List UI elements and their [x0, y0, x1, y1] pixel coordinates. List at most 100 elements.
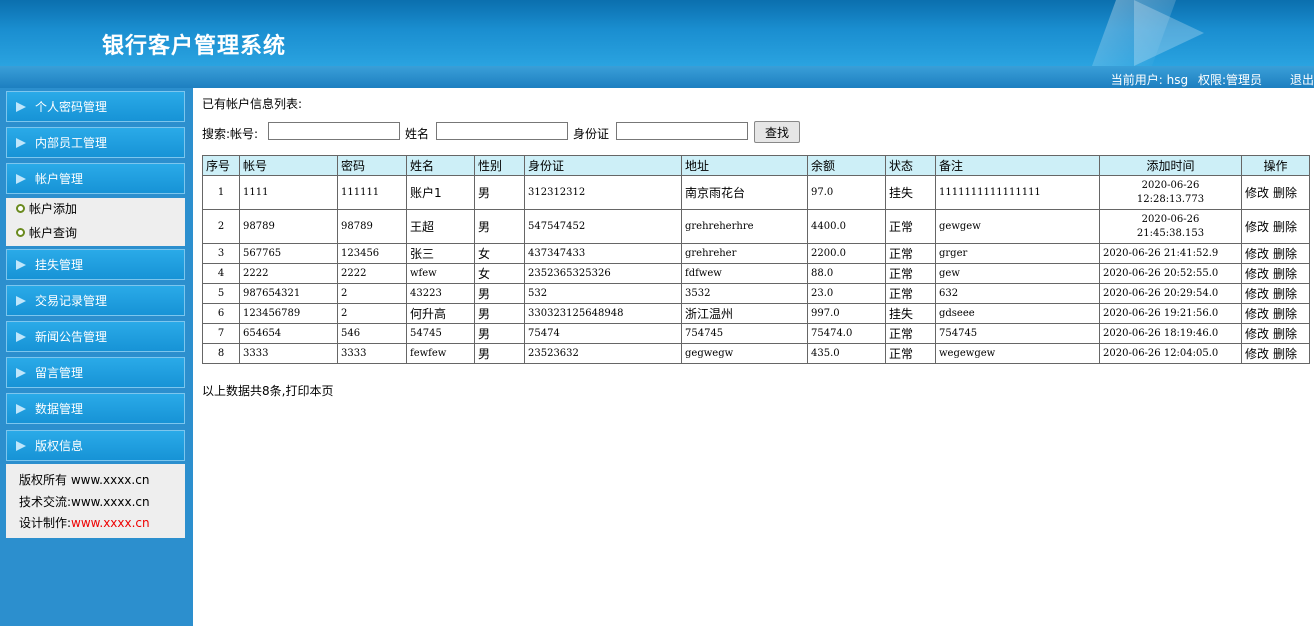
cell-balance: 23.0 — [807, 283, 886, 304]
cell-state: 正常 — [885, 243, 936, 264]
cell-actions: 修改 删除 — [1241, 243, 1310, 264]
cell-id-card: 547547452 — [524, 209, 682, 244]
edit-link[interactable]: 修改 — [1245, 267, 1269, 281]
table-row: 3 567765 123456 张三 女 437347433 grehreher… — [202, 243, 1310, 264]
edit-link[interactable]: 修改 — [1245, 327, 1269, 341]
delete-link[interactable]: 删除 — [1273, 247, 1297, 261]
column-header: 余额 — [807, 155, 886, 176]
column-header: 身份证 — [524, 155, 682, 176]
sidebar-item-loss-report[interactable]: 挂失管理 — [6, 249, 185, 280]
cell-address: grehreher — [681, 243, 808, 264]
cell-no: 3 — [202, 243, 240, 264]
cell-no: 6 — [202, 303, 240, 324]
cell-state: 挂失 — [885, 175, 936, 210]
app-header: 银行客户管理系统 — [0, 0, 1314, 66]
cell-balance: 435.0 — [807, 343, 886, 364]
sidebar-item-label: 数据管理 — [35, 402, 84, 416]
delete-link[interactable]: 删除 — [1273, 307, 1297, 321]
sidebar-item-staff[interactable]: 内部员工管理 — [6, 127, 185, 158]
sidebar-item-copyright[interactable]: 版权信息 — [6, 430, 185, 461]
sidebar-item-accounts[interactable]: 帐户管理 — [6, 163, 185, 194]
delete-link[interactable]: 删除 — [1273, 287, 1297, 301]
table-row: 4 2222 2222 wfew 女 2352365325326 fdfwew … — [202, 263, 1310, 284]
search-name-label: 姓名 — [405, 127, 430, 141]
cell-name: 54745 — [406, 323, 475, 344]
delete-link[interactable]: 删除 — [1273, 347, 1297, 361]
cell-id-card: 330323125648948 — [524, 303, 682, 324]
cell-address: 浙江温州 — [681, 303, 808, 324]
edit-link[interactable]: 修改 — [1245, 307, 1269, 321]
cell-time: 2020-06-26 21:41:52.9 — [1099, 243, 1242, 264]
cell-id-card: 75474 — [524, 323, 682, 344]
column-header: 帐号 — [239, 155, 338, 176]
submenu-label: 帐户查询 — [29, 226, 78, 240]
delete-link[interactable]: 删除 — [1273, 267, 1297, 281]
design-link[interactable]: www.xxxx.cn — [71, 516, 150, 530]
account-search-input[interactable] — [268, 122, 400, 140]
column-header: 添加时间 — [1099, 155, 1242, 176]
arrow-right-icon — [16, 174, 26, 184]
list-caption: 已有帐户信息列表: — [202, 97, 303, 111]
cell-account: 987654321 — [239, 283, 338, 304]
cell-account: 123456789 — [239, 303, 338, 324]
arrow-right-icon — [16, 441, 26, 451]
delete-link[interactable]: 删除 — [1273, 327, 1297, 341]
table-header-row: 序号 帐号 密码 姓名 性别 身份证 地址 余额 状态 备注 添加时间 操作 — [202, 155, 1310, 176]
cell-actions: 修改 删除 — [1241, 209, 1310, 244]
sidebar-item-messages[interactable]: 留言管理 — [6, 357, 185, 388]
edit-link[interactable]: 修改 — [1245, 247, 1269, 261]
sidebar-item-news[interactable]: 新闻公告管理 — [6, 321, 185, 352]
column-header: 备注 — [935, 155, 1100, 176]
sidebar-item-transactions[interactable]: 交易记录管理 — [6, 285, 185, 316]
table-row: 5 987654321 2 43223 男 532 3532 23.0 正常 6… — [202, 283, 1310, 304]
sidebar-item-password[interactable]: 个人密码管理 — [6, 91, 185, 122]
cell-address: 754745 — [681, 323, 808, 344]
arrow-right-icon — [16, 332, 26, 342]
arrow-right-icon — [16, 138, 26, 148]
submenu-item-add-account[interactable]: 帐户添加 — [16, 199, 77, 219]
cell-gender: 男 — [474, 209, 525, 244]
cell-time: 2020-06-26 19:21:56.0 — [1099, 303, 1242, 324]
sidebar-item-data[interactable]: 数据管理 — [6, 393, 185, 424]
edit-link[interactable]: 修改 — [1245, 287, 1269, 301]
cell-note: 1111111111111111 — [935, 175, 1100, 210]
cell-balance: 97.0 — [807, 175, 886, 210]
cell-account: 654654 — [239, 323, 338, 344]
cell-actions: 修改 删除 — [1241, 263, 1310, 284]
delete-link[interactable]: 删除 — [1273, 186, 1297, 200]
cell-no: 4 — [202, 263, 240, 284]
column-header: 序号 — [202, 155, 240, 176]
id-search-input[interactable] — [616, 122, 748, 140]
logout-link[interactable]: 退出 — [1290, 71, 1314, 88]
cell-name: 张三 — [406, 243, 475, 264]
edit-link[interactable]: 修改 — [1245, 186, 1269, 200]
arrow-right-icon — [16, 102, 26, 112]
cell-no: 1 — [202, 175, 240, 210]
sidebar-item-label: 留言管理 — [35, 366, 84, 380]
sidebar: 个人密码管理 内部员工管理 帐户管理 帐户添加 帐户查询 挂失管理 交易记录管理… — [0, 88, 193, 626]
cell-account: 1111 — [239, 175, 338, 210]
arrow-right-icon — [16, 404, 26, 414]
cell-no: 8 — [202, 343, 240, 364]
column-header: 密码 — [337, 155, 407, 176]
edit-link[interactable]: 修改 — [1245, 347, 1269, 361]
cell-name: wfew — [406, 263, 475, 284]
search-button[interactable]: 查找 — [754, 121, 800, 143]
name-search-input[interactable] — [436, 122, 568, 140]
table-row: 8 3333 3333 fewfew 男 23523632 gegwegw 43… — [202, 343, 1310, 364]
cell-state: 正常 — [885, 323, 936, 344]
cell-note: gewgew — [935, 209, 1100, 244]
submenu-item-query-account[interactable]: 帐户查询 — [16, 223, 77, 243]
cell-password: 98789 — [337, 209, 407, 244]
delete-link[interactable]: 删除 — [1273, 220, 1297, 234]
cell-time: 2020-06-26 12:28:13.773 — [1099, 175, 1242, 210]
bullet-icon — [16, 228, 25, 237]
accounts-table: 序号 帐号 密码 姓名 性别 身份证 地址 余额 状态 备注 添加时间 操作 1… — [202, 155, 1310, 364]
cell-password: 2 — [337, 283, 407, 304]
cell-state: 正常 — [885, 283, 936, 304]
cell-password: 2222 — [337, 263, 407, 284]
cell-balance: 75474.0 — [807, 323, 886, 344]
cell-address: gegwegw — [681, 343, 808, 364]
edit-link[interactable]: 修改 — [1245, 220, 1269, 234]
cell-state: 挂失 — [885, 303, 936, 324]
